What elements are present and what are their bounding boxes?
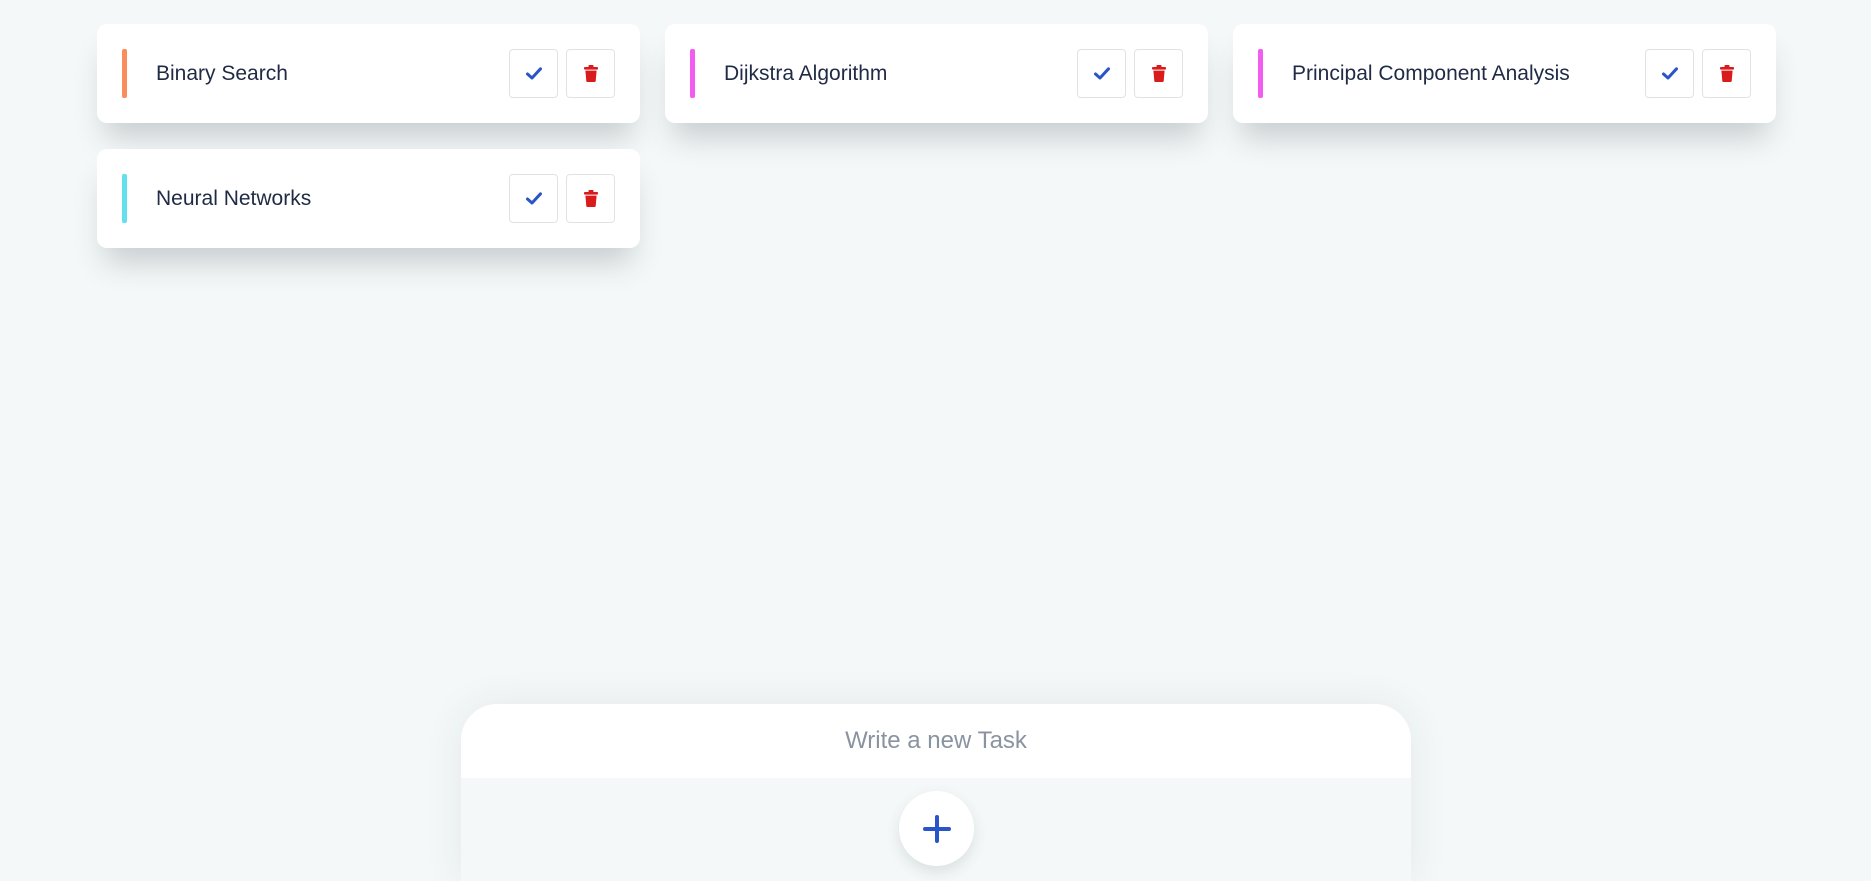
task-actions [1645, 49, 1751, 98]
plus-icon [922, 814, 951, 843]
task-card: Binary Search [97, 24, 640, 123]
task-title: Binary Search [156, 61, 288, 85]
trash-icon [583, 65, 598, 82]
task-title: Neural Networks [156, 186, 312, 210]
trash-icon [583, 190, 598, 207]
task-accent-bar [122, 174, 127, 223]
task-title: Dijkstra Algorithm [724, 61, 888, 85]
task-actions [509, 174, 615, 223]
check-icon [525, 192, 542, 205]
task-list: Binary Search Dijkstra Algorithm Princip… [97, 24, 1777, 248]
delete-task-button[interactable] [566, 49, 615, 98]
task-card: Dijkstra Algorithm [665, 24, 1208, 123]
complete-task-button[interactable] [1645, 49, 1694, 98]
task-accent-bar [690, 49, 695, 98]
task-accent-bar [1258, 49, 1263, 98]
task-actions [509, 49, 615, 98]
new-task-composer [461, 704, 1411, 881]
task-actions [1077, 49, 1183, 98]
delete-task-button[interactable] [566, 174, 615, 223]
task-title: Principal Component Analysis [1292, 61, 1570, 85]
task-card: Neural Networks [97, 149, 640, 248]
delete-task-button[interactable] [1134, 49, 1183, 98]
trash-icon [1719, 65, 1734, 82]
task-accent-bar [122, 49, 127, 98]
check-icon [1093, 67, 1110, 80]
add-task-button[interactable] [899, 791, 974, 866]
complete-task-button[interactable] [1077, 49, 1126, 98]
delete-task-button[interactable] [1702, 49, 1751, 98]
new-task-input[interactable] [461, 704, 1411, 778]
check-icon [1661, 67, 1678, 80]
check-icon [525, 67, 542, 80]
complete-task-button[interactable] [509, 49, 558, 98]
task-card: Principal Component Analysis [1233, 24, 1776, 123]
complete-task-button[interactable] [509, 174, 558, 223]
trash-icon [1151, 65, 1166, 82]
